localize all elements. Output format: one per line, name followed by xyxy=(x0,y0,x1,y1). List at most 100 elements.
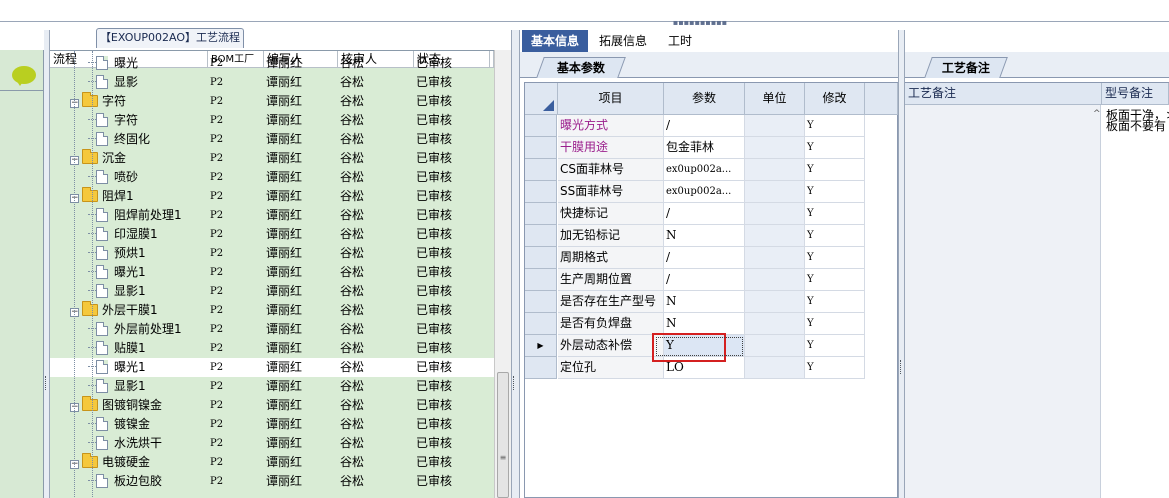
tab-work-hours[interactable]: 工时 xyxy=(660,30,700,52)
tree-row[interactable]: 曝光1 P2 谭丽红 谷松 已审核 xyxy=(50,358,494,377)
param-unit-cell[interactable] xyxy=(745,313,805,335)
splitter-grip-icon[interactable]: ▪▪▪▪▪▪▪▪▪▪ xyxy=(672,19,728,27)
tree-row[interactable]: 显影1 P2 谭丽红 谷松 已审核 xyxy=(50,377,494,396)
middle-splitter[interactable] xyxy=(511,30,520,498)
column-header-process-remark[interactable]: 工艺备注 xyxy=(905,83,1102,105)
param-value-cell[interactable]: / xyxy=(664,115,745,137)
param-value-cell[interactable]: N xyxy=(664,225,745,247)
param-row[interactable]: 周期格式 / Y xyxy=(525,247,870,269)
tree-row[interactable]: 显影1 P2 谭丽红 谷松 已审核 xyxy=(50,282,494,301)
param-value-cell[interactable]: / xyxy=(664,203,745,225)
param-row[interactable]: 是否存在生产型号 N Y xyxy=(525,291,870,313)
tree-row[interactable]: 终固化 P2 谭丽红 谷松 已审核 xyxy=(50,130,494,149)
tree-row[interactable]: − 阻焊1 P2 谭丽红 谷松 已审核 xyxy=(50,187,494,206)
param-row[interactable]: CS面菲林号 ex0up002a... Y xyxy=(525,159,870,181)
current-row-arrow-icon[interactable]: ▶ xyxy=(525,335,557,357)
tree-row[interactable]: 镀镍金 P2 谭丽红 谷松 已审核 xyxy=(50,415,494,434)
tree-row[interactable]: 曝光 P2 谭丽红 谷松 已审核 xyxy=(50,54,494,73)
tree-row[interactable]: − 图镀铜镍金 P2 谭丽红 谷松 已审核 xyxy=(50,396,494,415)
param-edit-cell[interactable]: Y xyxy=(805,357,865,379)
param-value-cell[interactable]: / xyxy=(664,247,745,269)
model-remark-cell[interactable] xyxy=(1102,105,1169,498)
column-header-model-remark[interactable]: 型号备注 xyxy=(1102,83,1169,105)
param-edit-cell[interactable]: Y xyxy=(805,115,865,137)
tab-process-remark[interactable]: 工艺备注 xyxy=(924,57,1008,78)
tree-row[interactable]: 显影 P2 谭丽红 谷松 已审核 xyxy=(50,73,494,92)
tree-row[interactable]: 曝光1 P2 谭丽红 谷松 已审核 xyxy=(50,263,494,282)
tree-row[interactable]: 水洗烘干 P2 谭丽红 谷松 已审核 xyxy=(50,434,494,453)
tree-row[interactable]: − 外层干膜1 P2 谭丽红 谷松 已审核 xyxy=(50,301,494,320)
row-indicator[interactable] xyxy=(525,159,557,181)
tree-scroll-thumb[interactable] xyxy=(497,372,509,498)
param-value-cell[interactable]: 包金菲林 xyxy=(664,137,745,159)
tree-row[interactable]: − 沉金 P2 谭丽红 谷松 已审核 xyxy=(50,149,494,168)
param-value-cell[interactable]: / xyxy=(664,269,745,291)
param-unit-cell[interactable] xyxy=(745,115,805,137)
param-unit-cell[interactable] xyxy=(745,335,805,357)
param-value-cell[interactable]: ex0up002a... xyxy=(664,181,745,203)
param-value-cell[interactable]: ex0up002a... xyxy=(664,159,745,181)
splitter-handle-icon[interactable] xyxy=(45,376,47,390)
param-unit-cell[interactable] xyxy=(745,159,805,181)
tree-row[interactable]: − 电镀硬金 P2 谭丽红 谷松 已审核 xyxy=(50,453,494,472)
row-indicator[interactable] xyxy=(525,247,557,269)
row-indicator[interactable] xyxy=(525,357,557,379)
param-row[interactable]: 干膜用途 包金菲林 Y xyxy=(525,137,870,159)
param-value-cell[interactable]: N xyxy=(664,313,745,335)
row-indicator[interactable] xyxy=(525,181,557,203)
row-indicator[interactable] xyxy=(525,137,557,159)
row-indicator[interactable] xyxy=(525,269,557,291)
tree-row[interactable]: 喷砂 P2 谭丽红 谷松 已审核 xyxy=(50,168,494,187)
param-edit-cell[interactable]: Y xyxy=(805,159,865,181)
row-indicator[interactable] xyxy=(525,313,557,335)
tree-row[interactable]: 字符 P2 谭丽红 谷松 已审核 xyxy=(50,111,494,130)
tab-basic-info[interactable]: 基本信息 xyxy=(522,30,588,52)
param-row[interactable]: SS面菲林号 ex0up002a... Y xyxy=(525,181,870,203)
tab-basic-params[interactable]: 基本参数 xyxy=(536,57,626,78)
column-header-edit[interactable]: 修改 xyxy=(805,83,865,115)
right-splitter[interactable] xyxy=(898,30,905,498)
param-value-cell[interactable]: N xyxy=(664,291,745,313)
column-header-item[interactable]: 项目 xyxy=(558,83,664,115)
row-indicator[interactable] xyxy=(525,203,557,225)
param-unit-cell[interactable] xyxy=(745,137,805,159)
process-tree-grid[interactable]: 流程 BOM工厂 编写人 核审人 状态 曝光 P2 谭丽红 谷松 已审核 显影 P2 谭丽红谷… xyxy=(50,50,494,498)
param-row[interactable]: 加无铅标记 N Y xyxy=(525,225,870,247)
splitter-handle-icon[interactable] xyxy=(513,376,515,390)
tree-row[interactable]: 板边包胶 P2 谭丽红 谷松 已审核 xyxy=(50,472,494,491)
param-edit-cell[interactable]: Y xyxy=(805,225,865,247)
tree-row[interactable]: − 字符 P2 谭丽红 谷松 已审核 xyxy=(50,92,494,111)
param-unit-cell[interactable] xyxy=(745,225,805,247)
tree-row[interactable]: 印湿膜1 P2 谭丽红 谷松 已审核 xyxy=(50,225,494,244)
tree-row[interactable]: 贴膜1 P2 谭丽红 谷松 已审核 xyxy=(50,339,494,358)
row-indicator[interactable] xyxy=(525,115,557,137)
select-all-corner-icon[interactable] xyxy=(543,100,554,111)
param-row[interactable]: 生产周期位置 / Y xyxy=(525,269,870,291)
param-edit-cell[interactable]: Y xyxy=(805,247,865,269)
tree-row[interactable]: 阻焊前处理1 P2 谭丽红 谷松 已审核 xyxy=(50,206,494,225)
param-row[interactable]: 是否有负焊盘 N Y xyxy=(525,313,870,335)
tree-row[interactable]: 外层前处理1 P2 谭丽红 谷松 已审核 xyxy=(50,320,494,339)
param-edit-cell[interactable]: Y xyxy=(805,203,865,225)
param-unit-cell[interactable] xyxy=(745,269,805,291)
row-indicator[interactable] xyxy=(525,291,557,313)
param-edit-cell[interactable]: Y xyxy=(805,313,865,335)
column-header-param[interactable]: 参数 xyxy=(664,83,745,115)
param-edit-cell[interactable]: Y xyxy=(805,137,865,159)
process-remark-cell[interactable] xyxy=(905,105,1101,498)
param-edit-cell[interactable]: Y xyxy=(805,181,865,203)
remark-scroll-up-icon[interactable]: ^ xyxy=(1093,110,1101,119)
param-unit-cell[interactable] xyxy=(745,247,805,269)
tab-extended-info[interactable]: 拓展信息 xyxy=(590,30,656,52)
param-unit-cell[interactable] xyxy=(745,181,805,203)
param-row[interactable]: 快捷标记 / Y xyxy=(525,203,870,225)
param-edit-cell[interactable]: Y xyxy=(805,269,865,291)
tree-row[interactable]: 预烘1 P2 谭丽红 谷松 已审核 xyxy=(50,244,494,263)
param-unit-cell[interactable] xyxy=(745,357,805,379)
flow-tab[interactable]: 【EXOUP002AO】工艺流程 xyxy=(96,28,244,48)
column-header-unit[interactable]: 单位 xyxy=(745,83,805,115)
param-edit-cell[interactable]: Y xyxy=(805,335,865,357)
param-unit-cell[interactable] xyxy=(745,203,805,225)
param-row[interactable]: 曝光方式 / Y xyxy=(525,115,870,137)
param-unit-cell[interactable] xyxy=(745,291,805,313)
